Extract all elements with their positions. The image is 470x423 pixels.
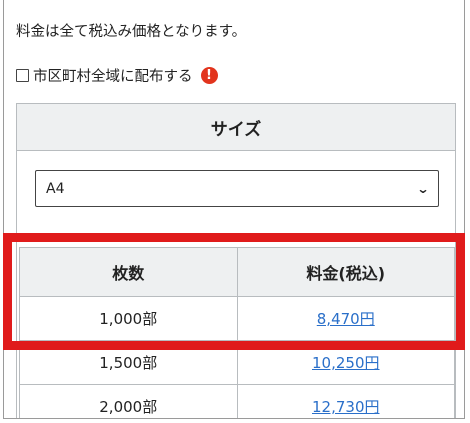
quantity-cell: 1,000部 <box>19 296 238 341</box>
price-link[interactable]: 10,250円 <box>236 340 455 385</box>
size-heading: サイズ <box>17 104 455 151</box>
price-table: 枚数 料金(税込) 1,000部 8,470円 1,500部 10,250円 2… <box>19 247 455 418</box>
distribute-all-checkbox[interactable] <box>16 69 29 82</box>
price-panel-frame: 料金は全て税込み価格となります。 市区町村全域に配布する ! サイズ A4 ⌄ … <box>3 0 465 419</box>
distribute-all-option[interactable]: 市区町村全域に配布する ! <box>16 65 218 86</box>
price-link[interactable]: 12,730円 <box>236 384 455 418</box>
price-link[interactable]: 8,470円 <box>236 296 455 341</box>
table-header-row: 枚数 料金(税込) <box>19 247 455 297</box>
exclamation-icon[interactable]: ! <box>200 67 218 84</box>
tax-notice: 料金は全て税込み価格となります。 <box>16 24 247 40</box>
distribute-all-label[interactable]: 市区町村全域に配布する <box>33 65 193 86</box>
table-row: 1,500部 10,250円 <box>19 340 455 385</box>
chevron-down-icon: ⌄ <box>416 181 430 196</box>
size-price-panel: サイズ A4 ⌄ 枚数 料金(税込) 1,000部 8,470円 1,500部 … <box>16 103 456 418</box>
table-row: 1,000部 8,470円 <box>19 296 455 341</box>
table-row: 2,000部 12,730円 <box>19 384 455 418</box>
size-select-value: A4 <box>46 180 65 197</box>
quantity-cell: 2,000部 <box>19 384 238 418</box>
column-header-price: 料金(税込) <box>236 247 455 297</box>
size-select[interactable]: A4 ⌄ <box>35 170 439 207</box>
quantity-cell: 1,500部 <box>19 340 238 385</box>
column-header-quantity: 枚数 <box>19 247 238 297</box>
